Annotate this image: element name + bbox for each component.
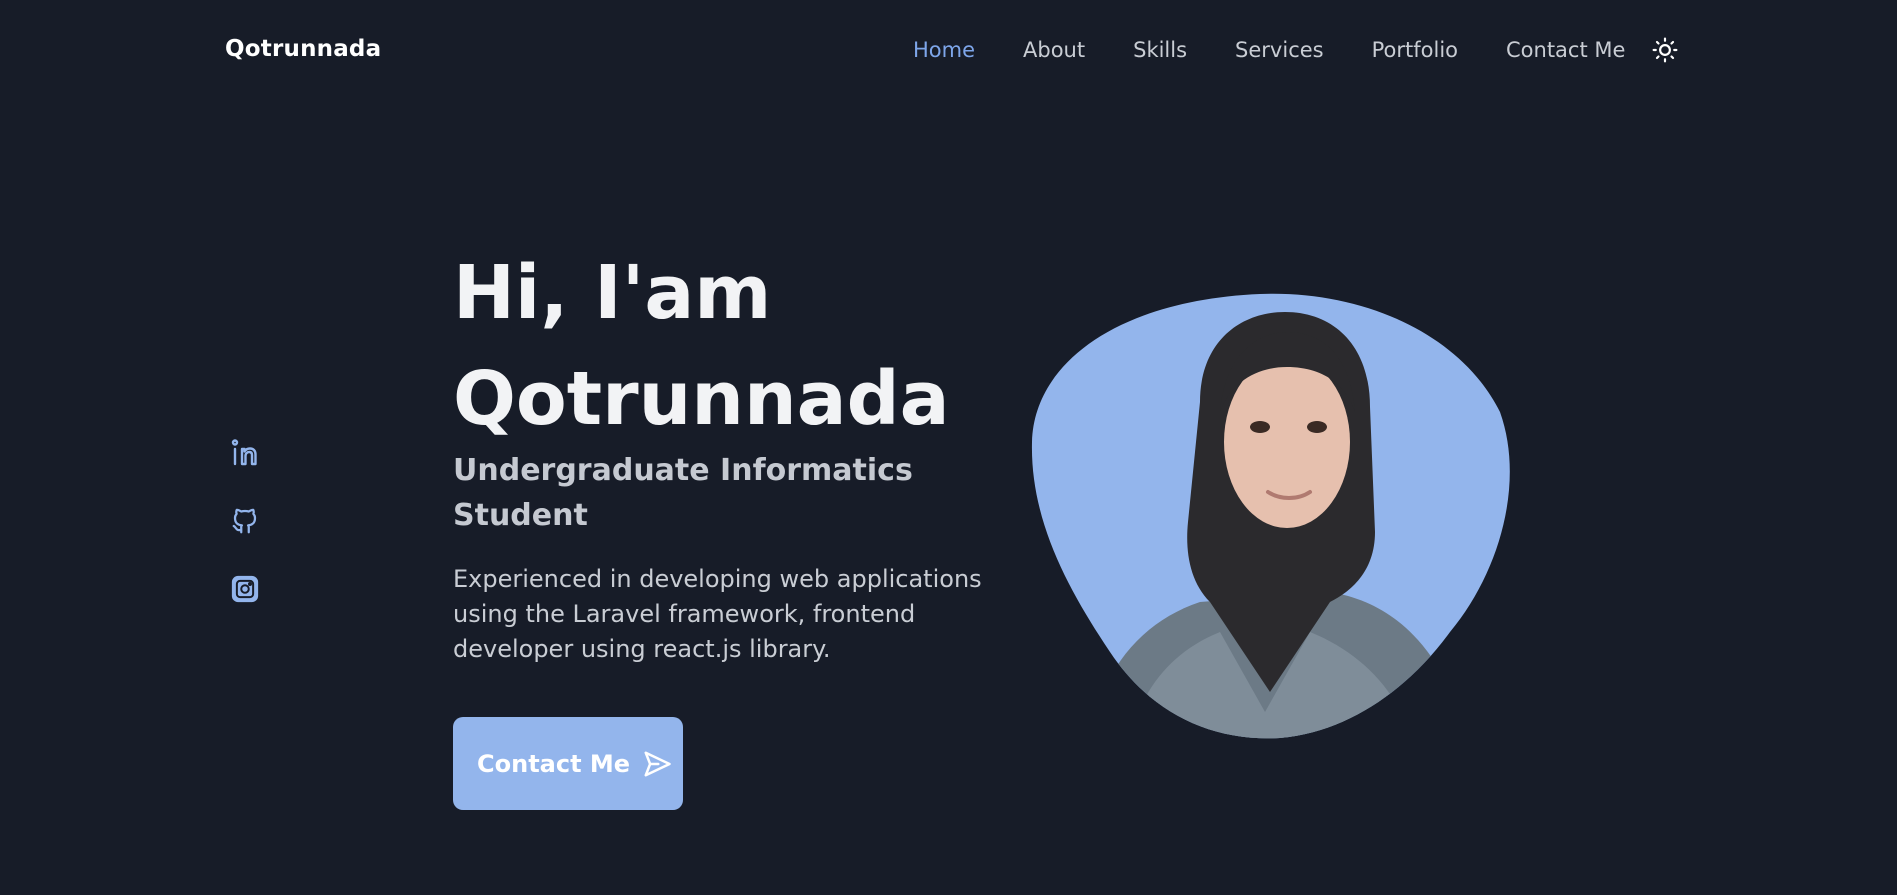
nav-skills[interactable]: Skills (1133, 38, 1187, 62)
nav-home[interactable]: Home (913, 38, 975, 62)
linkedin-icon[interactable] (228, 436, 262, 470)
nav-portfolio[interactable]: Portfolio (1372, 38, 1458, 62)
github-icon[interactable] (228, 504, 262, 538)
nav-contact[interactable]: Contact Me (1506, 38, 1625, 62)
send-icon (644, 751, 671, 776)
nav-about[interactable]: About (1023, 38, 1085, 62)
hero-subtitle: Undergraduate Informatics Student (453, 453, 913, 533)
hero-text: Hi, I'am Qotrunnada Undergraduate Inform… (453, 240, 1013, 810)
logo[interactable]: Qotrunnada (225, 36, 381, 62)
hero-greeting: Hi, I'am (453, 250, 772, 336)
hero-description: Experienced in developing web applicatio… (453, 565, 982, 663)
main-nav: Home About Skills Services Portfolio Con… (913, 36, 1679, 64)
contact-me-label: Contact Me (477, 749, 631, 778)
instagram-icon[interactable] (228, 572, 262, 606)
hero-name: Qotrunnada (453, 356, 950, 442)
header: Qotrunnada Home About Skills Services Po… (0, 0, 1897, 104)
sun-icon[interactable] (1651, 36, 1679, 64)
social-links (228, 436, 264, 640)
contact-me-button[interactable]: Contact Me (453, 717, 683, 810)
nav-services[interactable]: Services (1235, 38, 1324, 62)
profile-photo (1030, 292, 1512, 740)
